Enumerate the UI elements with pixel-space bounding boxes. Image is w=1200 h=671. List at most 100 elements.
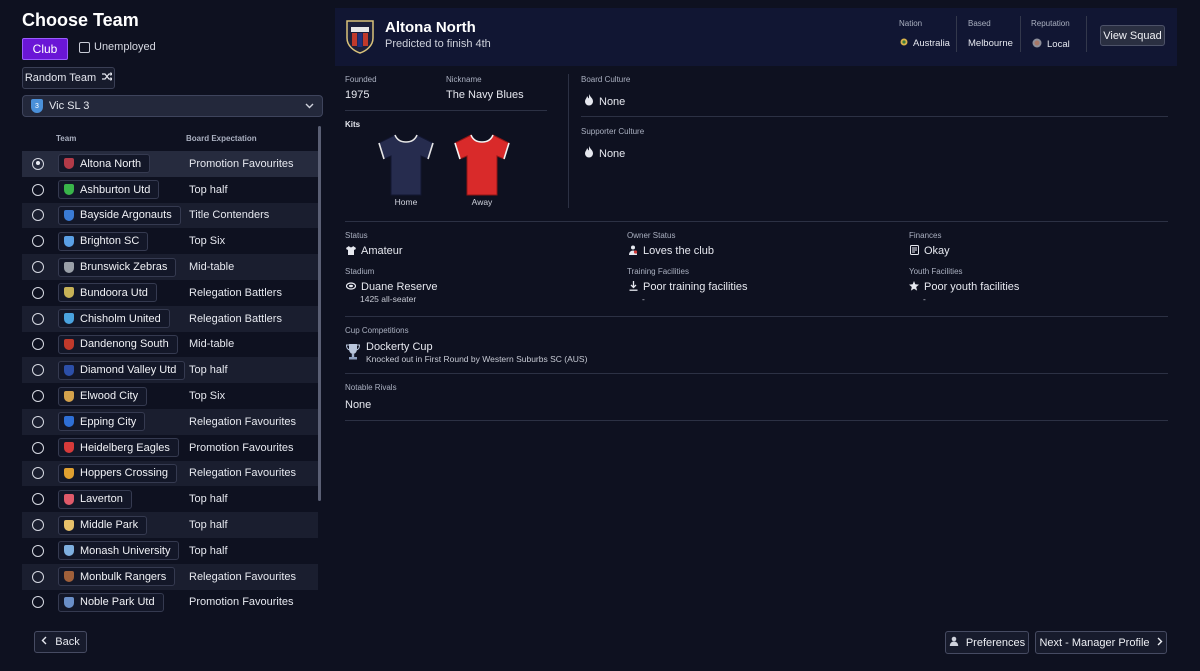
team-radio[interactable] [32, 209, 44, 222]
team-row[interactable]: Noble Park Utd Promotion Favourites [22, 590, 318, 616]
club-tab[interactable]: Club [22, 38, 68, 60]
team-row[interactable]: Bayside Argonauts Title Contenders [22, 202, 318, 229]
unemployed-label: Unemployed [94, 41, 156, 53]
team-radio[interactable] [32, 157, 44, 170]
board-expectation: Relegation Battlers [189, 312, 282, 325]
nation-label: Nation [899, 19, 923, 28]
team-row[interactable]: Chisholm United Relegation Battlers [22, 305, 318, 332]
team-radio[interactable] [32, 570, 44, 583]
team-name-chip[interactable]: Heidelberg Eagles [58, 438, 179, 458]
column-header-team[interactable]: Team [56, 134, 76, 143]
team-row[interactable]: Epping City Relegation Favourites [22, 408, 318, 435]
team-list-scrollbar[interactable] [318, 126, 321, 501]
team-name: Brunswick Zebras [80, 261, 168, 274]
team-radio[interactable] [32, 519, 44, 532]
team-row[interactable]: Ashburton Utd Top half [22, 177, 318, 203]
team-radio[interactable] [32, 467, 44, 480]
team-name-chip[interactable]: Hoppers Crossing [58, 463, 178, 483]
supporter-culture-value: None [584, 146, 625, 161]
team-radio[interactable] [32, 390, 44, 403]
team-row[interactable]: Brighton SC Top Six [22, 228, 318, 254]
team-row[interactable]: Brunswick Zebras Mid-table [22, 254, 318, 280]
team-radio[interactable] [32, 364, 44, 377]
board-expectation: Promotion Favourites [189, 596, 294, 609]
flame-icon [584, 146, 594, 161]
supporter-culture-label: Supporter Culture [581, 127, 645, 136]
team-name-chip[interactable]: Brunswick Zebras [58, 257, 177, 277]
team-row[interactable]: Diamond Valley Utd Top half [22, 357, 318, 384]
team-name-chip[interactable]: Monash University [58, 541, 180, 561]
team-crest-icon [64, 519, 74, 531]
team-radio[interactable] [32, 441, 44, 454]
team-radio[interactable] [32, 261, 44, 274]
random-team-button[interactable]: Random Team [22, 67, 115, 89]
unemployed-toggle[interactable]: Unemployed [79, 41, 156, 53]
team-row[interactable]: Monbulk Rangers Relegation Favourites [22, 563, 318, 590]
team-radio[interactable] [32, 493, 44, 506]
team-name-chip[interactable]: Monbulk Rangers [58, 567, 176, 587]
preferences-label: Preferences [965, 636, 1026, 649]
back-button[interactable]: Back [34, 631, 87, 653]
team-row[interactable]: Laverton Top half [22, 486, 318, 512]
board-culture-value: None [584, 94, 625, 109]
team-row[interactable]: Middle Park Top half [22, 512, 318, 538]
team-radio[interactable] [32, 415, 44, 428]
board-expectation: Promotion Favourites [189, 157, 294, 170]
league-select-value: Vic SL 3 [49, 100, 90, 112]
chevron-right-icon [1157, 637, 1163, 649]
team-name: Monash University [80, 544, 171, 557]
ledger-icon [909, 245, 919, 257]
team-crest-icon [64, 467, 74, 479]
team-name-chip[interactable]: Epping City [58, 412, 146, 432]
team-radio[interactable] [32, 183, 44, 196]
team-name-chip[interactable]: Chisholm United [58, 309, 170, 329]
away-kit: Away [451, 133, 513, 207]
nickname-value: The Navy Blues [446, 89, 524, 101]
league-badge-icon: 3 [31, 99, 43, 113]
team-radio[interactable] [32, 286, 44, 299]
team-radio[interactable] [32, 596, 44, 609]
team-radio[interactable] [32, 235, 44, 248]
team-radio[interactable] [32, 544, 44, 557]
training-facilities-value: Poor training facilities [628, 281, 748, 293]
team-name-chip[interactable]: Elwood City [58, 386, 148, 406]
team-row[interactable]: Dandenong South Mid-table [22, 332, 318, 358]
team-name-chip[interactable]: Brighton SC [58, 231, 149, 251]
finances-label: Finances [909, 231, 942, 240]
team-name-chip[interactable]: Laverton [58, 489, 132, 509]
team-name: Hoppers Crossing [80, 467, 169, 480]
team-radio[interactable] [32, 312, 44, 325]
team-crest-icon [64, 313, 74, 325]
team-row[interactable]: Heidelberg Eagles Promotion Favourites [22, 435, 318, 461]
team-row[interactable]: Elwood City Top Six [22, 383, 318, 409]
view-squad-button[interactable]: View Squad [1100, 25, 1165, 46]
league-select[interactable]: 3 Vic SL 3 [22, 95, 323, 117]
preferences-button[interactable]: Preferences [945, 631, 1029, 654]
team-name-chip[interactable]: Noble Park Utd [58, 592, 164, 612]
team-row[interactable]: Monash University Top half [22, 538, 318, 564]
team-name-chip[interactable]: Bayside Argonauts [58, 205, 181, 225]
team-name-chip[interactable]: Ashburton Utd [58, 180, 160, 200]
team-row[interactable]: Bundoora Utd Relegation Battlers [22, 280, 318, 306]
reputation-label: Reputation [1031, 19, 1070, 28]
column-header-board-expectation[interactable]: Board Expectation [186, 134, 257, 143]
founded-label: Founded [345, 75, 377, 84]
team-radio[interactable] [32, 338, 44, 351]
next-manager-profile-button[interactable]: Next - Manager Profile [1035, 631, 1167, 654]
team-name-chip[interactable]: Bundoora Utd [58, 283, 157, 303]
away-kit-label: Away [471, 197, 493, 207]
team-row[interactable]: Hoppers Crossing Relegation Favourites [22, 460, 318, 487]
next-label: Next - Manager Profile [1039, 636, 1150, 649]
reputation-text: Local [1047, 39, 1070, 50]
team-crest-icon [64, 287, 74, 299]
team-name: Ashburton Utd [80, 183, 151, 196]
unemployed-checkbox[interactable] [79, 41, 90, 53]
team-name-chip[interactable]: Altona North [58, 154, 151, 174]
team-name-chip[interactable]: Dandenong South [58, 334, 178, 354]
team-name-chip[interactable]: Middle Park [58, 515, 148, 535]
team-row[interactable]: Altona North Promotion Favourites [22, 151, 318, 177]
cup-name: Dockerty Cup [366, 341, 433, 353]
board-expectation: Top half [189, 493, 228, 506]
team-name-chip[interactable]: Diamond Valley Utd [58, 360, 186, 380]
team-crest-icon [64, 158, 74, 170]
